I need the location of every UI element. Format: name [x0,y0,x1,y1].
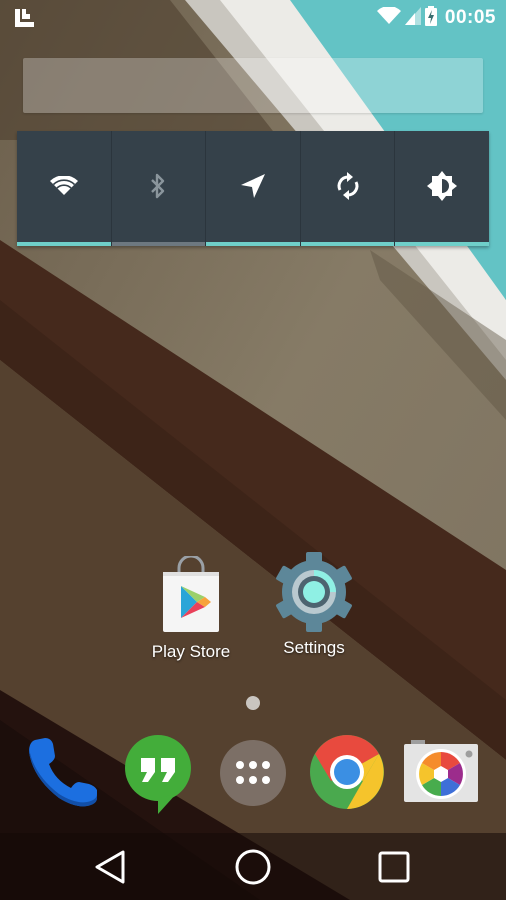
qs-tile-sync[interactable] [300,131,396,246]
bluetooth-icon [151,173,165,198]
recents-icon [378,851,410,883]
status-bar: 00:05 [0,0,506,36]
chrome-icon [310,735,384,809]
qs-tile-location[interactable] [206,131,301,246]
qs-tile-wifi[interactable] [17,131,112,246]
app-play-store[interactable]: Play Store [141,556,241,662]
home-button[interactable] [233,847,273,887]
bluetooth-state-indicator [111,242,206,246]
hangouts-icon [125,735,191,814]
back-button[interactable] [90,847,130,887]
camera-icon [404,740,478,802]
wifi-state-indicator [17,242,111,246]
home-icon [235,849,271,885]
navigation-bar [0,833,506,900]
recents-button[interactable] [374,847,414,887]
wifi-icon [376,5,401,30]
dock-phone[interactable] [25,734,101,810]
dock-app-drawer[interactable] [220,740,286,806]
clock-time: 00:05 [444,7,496,28]
launcher-notification-icon[interactable] [14,8,36,28]
location-arrow-icon [240,173,265,198]
sync-state-indicator [300,242,395,246]
dock-hangouts[interactable] [124,734,200,814]
page-indicator-dot [246,696,260,710]
phone-icon [29,738,97,807]
search-bar[interactable] [23,58,483,113]
qs-tile-brightness[interactable] [395,131,489,246]
app-settings[interactable]: Settings [264,548,364,658]
qs-tile-bluetooth[interactable] [111,131,207,246]
location-state-indicator [206,242,300,246]
battery-charging-icon [424,5,437,31]
dock-chrome[interactable] [309,734,385,810]
sync-icon [337,171,359,200]
app-drawer-icon [220,740,286,806]
dock-camera[interactable] [403,740,479,804]
app-label: Play Store [151,642,231,661]
brightness-icon [427,170,458,201]
app-label: Settings [283,638,345,657]
quick-settings-widget [17,131,489,246]
play-store-icon [163,556,219,632]
settings-gear-icon [276,552,352,632]
cell-signal-icon [404,6,421,30]
brightness-state-indicator [395,242,489,246]
back-icon [95,850,125,884]
wifi-icon [49,175,78,195]
